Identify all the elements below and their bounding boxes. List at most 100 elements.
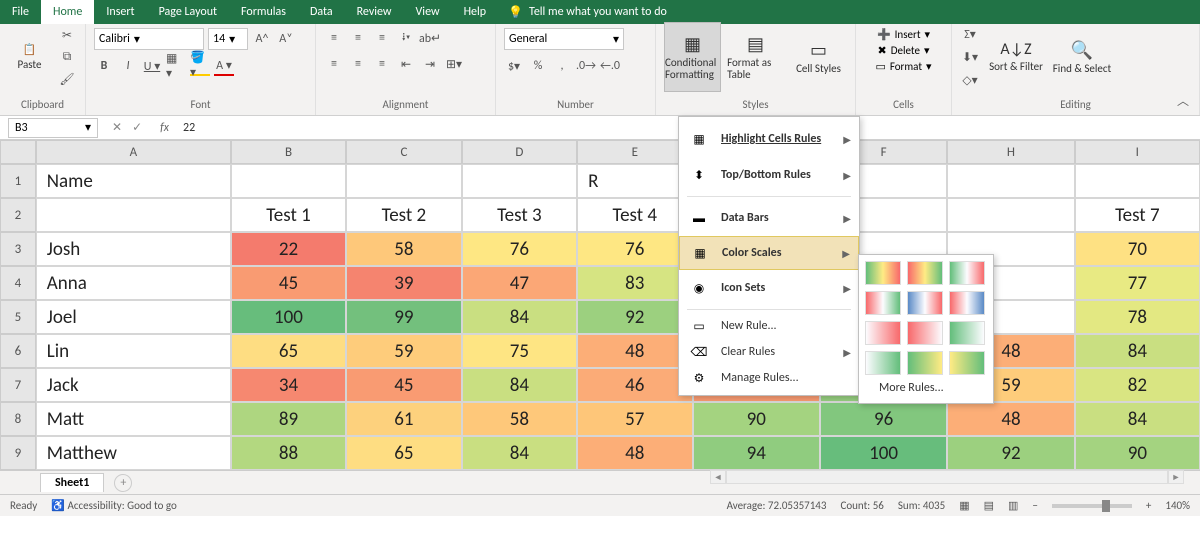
cell[interactable]: 22 [231,232,346,266]
wrap-text-button[interactable]: ab↵ [420,28,440,48]
sort-filter-button[interactable]: A↓Z Sort & Filter [986,22,1046,92]
fx-icon[interactable]: fx [152,121,177,135]
comma-button[interactable]: , [552,56,572,76]
cell[interactable] [36,198,231,232]
currency-button[interactable]: $▾ [504,56,524,76]
cell[interactable]: Lin [36,334,231,368]
cell-styles-button[interactable]: ▭ Cell Styles [790,22,847,92]
cell[interactable]: 65 [231,334,346,368]
cell[interactable]: 70 [1075,232,1200,266]
format-painter-button[interactable]: 🖌 [57,69,77,89]
accessibility-status[interactable]: ♿ Accessibility: Good to go [51,499,176,512]
cell[interactable]: Test 2 [346,198,461,232]
cell[interactable]: 65 [346,436,461,470]
cell[interactable]: Name [36,164,231,198]
cell[interactable]: 58 [462,402,577,436]
cell[interactable]: 78 [1075,300,1200,334]
cell[interactable]: 99 [346,300,461,334]
copy-button[interactable]: ⧉ [57,47,77,67]
borders-button[interactable]: ▦ ▾ [166,56,186,76]
row-header-5[interactable]: 5 [0,300,36,334]
column-header-D[interactable]: D [462,140,577,164]
color-scale-option-10[interactable] [865,351,901,375]
menu-manage-rules[interactable]: ⚙ Manage Rules... [679,365,859,391]
align-right-button[interactable]: ≡ [372,54,392,74]
tab-view[interactable]: View [404,0,452,24]
select-all-corner[interactable] [0,140,36,164]
row-header-7[interactable]: 7 [0,368,36,402]
format-cells-button[interactable]: ▭Format ▾ [875,60,931,73]
row-header-2[interactable]: 2 [0,198,36,232]
cell[interactable]: 84 [462,300,577,334]
autosum-button[interactable]: Σ▾ [960,24,980,44]
row-header-8[interactable]: 8 [0,402,36,436]
fill-color-button[interactable]: 🪣▾ [190,56,210,76]
font-name-select[interactable]: Calibri▾ [94,28,204,50]
cell[interactable]: 84 [462,368,577,402]
cell[interactable]: Test 1 [231,198,346,232]
color-scale-option-9[interactable] [949,321,985,345]
cell[interactable]: Matthew [36,436,231,470]
find-select-button[interactable]: 🔍 Find & Select [1052,22,1112,92]
menu-data-bars[interactable]: ▬ Data Bars ▶ [679,200,859,236]
percent-button[interactable]: % [528,56,548,76]
tab-page-layout[interactable]: Page Layout [147,0,229,24]
orientation-button[interactable]: ⭭▾ [396,28,416,48]
cell[interactable]: 83 [577,266,692,300]
column-header-H[interactable]: H [947,140,1074,164]
zoom-out-button[interactable]: − [1032,499,1037,512]
color-scale-option-12[interactable] [949,351,985,375]
cell[interactable]: 39 [346,266,461,300]
cell[interactable]: Joel [36,300,231,334]
column-header-B[interactable]: B [231,140,346,164]
cell[interactable]: 34 [231,368,346,402]
cell[interactable]: 77 [1075,266,1200,300]
color-scale-option-7[interactable] [865,321,901,345]
cell[interactable] [1075,164,1200,198]
cell[interactable]: 48 [577,436,692,470]
column-header-A[interactable]: A [36,140,231,164]
scroll-right-button[interactable]: ► [1168,470,1184,484]
cell[interactable]: 100 [231,300,346,334]
increase-font-button[interactable]: A^ [252,29,272,49]
cell[interactable]: 61 [346,402,461,436]
cell[interactable] [462,164,577,198]
zoom-slider[interactable] [1052,504,1132,508]
row-header-4[interactable]: 4 [0,266,36,300]
conditional-formatting-button[interactable]: ▦ Conditional Formatting [664,22,721,92]
cell[interactable]: 76 [462,232,577,266]
column-header-E[interactable]: E [577,140,692,164]
decrease-font-button[interactable]: A˅ [276,29,296,49]
color-scale-option-11[interactable] [907,351,943,375]
cell[interactable]: 48 [577,334,692,368]
cell[interactable]: 76 [577,232,692,266]
merge-center-button[interactable]: ⊞▾ [444,54,464,74]
cell[interactable]: Test 7 [1075,198,1200,232]
cell[interactable]: R [577,164,692,198]
cell[interactable]: Test 3 [462,198,577,232]
cell[interactable]: Matt [36,402,231,436]
tab-data[interactable]: Data [298,0,345,24]
cut-button[interactable]: ✂ [57,25,77,45]
italic-button[interactable]: I [118,56,138,76]
color-scale-option-3[interactable] [949,261,985,285]
tab-review[interactable]: Review [345,0,404,24]
cell[interactable]: 96 [820,402,947,436]
color-scale-option-4[interactable] [865,291,901,315]
font-size-select[interactable]: 14▾ [208,28,248,50]
tab-help[interactable]: Help [452,0,499,24]
cell[interactable]: 84 [462,436,577,470]
cell[interactable]: 84 [1075,402,1200,436]
normal-view-button[interactable]: ▦ [959,499,969,512]
menu-color-scales[interactable]: ▦ Color Scales ▶ [679,236,859,270]
cell[interactable] [231,164,346,198]
cell[interactable]: Test 4 [577,198,692,232]
cell[interactable]: 59 [346,334,461,368]
cell[interactable]: 90 [693,402,820,436]
accept-formula-button[interactable]: ✓ [132,120,142,135]
decrease-indent-button[interactable]: ⇤ [396,54,416,74]
scroll-left-button[interactable]: ◄ [710,470,726,484]
cell[interactable]: 92 [577,300,692,334]
align-center-button[interactable]: ≡ [348,54,368,74]
row-header-9[interactable]: 9 [0,436,36,470]
